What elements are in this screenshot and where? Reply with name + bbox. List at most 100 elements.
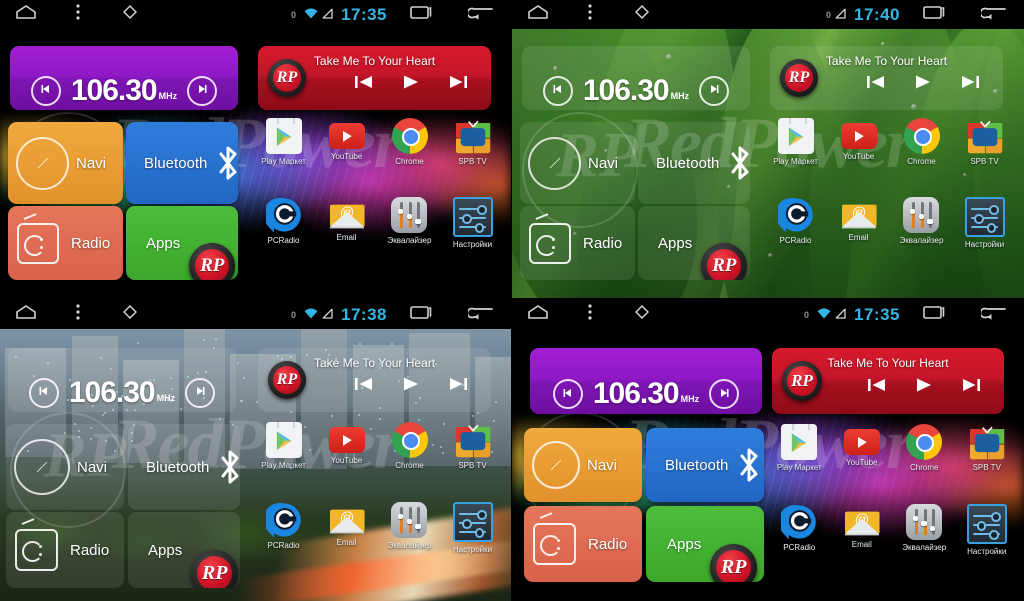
recents-button[interactable] xyxy=(395,300,447,329)
app-pcradio[interactable]: PCRadio xyxy=(266,502,302,550)
tile-bluetooth[interactable]: Bluetooth xyxy=(128,424,240,510)
app-spbtv[interactable]: SPB TV xyxy=(967,118,1003,166)
tile-navi[interactable]: Navi xyxy=(524,428,642,502)
recents-button[interactable] xyxy=(908,300,960,329)
app-play-store[interactable]: Play Маркет xyxy=(773,118,818,166)
app-settings[interactable]: Настройки xyxy=(965,197,1005,249)
menu-button[interactable] xyxy=(564,300,616,329)
music-logo-button[interactable]: RP xyxy=(268,59,306,97)
app-spbtv[interactable]: SPB TV xyxy=(455,118,491,166)
music-prev-button[interactable] xyxy=(354,74,374,90)
home-button[interactable] xyxy=(512,300,564,329)
app-youtube[interactable]: YouTube xyxy=(841,118,877,161)
music-prev-button[interactable] xyxy=(866,74,886,90)
radio-prev-button[interactable] xyxy=(31,76,61,106)
app-spbtv[interactable]: SPB TV xyxy=(455,422,491,470)
music-next-button[interactable] xyxy=(960,74,980,90)
music-next-button[interactable] xyxy=(448,74,468,90)
tile-bluetooth[interactable]: Bluetooth xyxy=(638,122,750,204)
menu-button[interactable] xyxy=(52,0,104,29)
tile-bluetooth[interactable]: Bluetooth xyxy=(646,428,764,502)
radio-widget[interactable]: 106.30 MHz xyxy=(522,46,750,110)
app-settings[interactable]: Настройки xyxy=(453,197,493,249)
tile-radio[interactable]: Radio xyxy=(520,206,635,280)
music-prev-button[interactable] xyxy=(867,377,887,393)
radio-widget[interactable]: 106.30 MHz xyxy=(530,348,762,414)
app-youtube[interactable]: YouTube xyxy=(844,424,880,467)
music-play-button[interactable] xyxy=(402,376,420,392)
back-button[interactable] xyxy=(455,300,507,329)
radio-prev-button[interactable] xyxy=(553,379,583,409)
tile-radio[interactable]: Radio xyxy=(524,506,642,582)
app-youtube[interactable]: YouTube xyxy=(329,118,365,161)
radio-next-button[interactable] xyxy=(187,76,217,106)
app-pcradio[interactable]: PCRadio xyxy=(266,197,302,245)
app-equalizer[interactable]: Эквалайзер xyxy=(388,197,432,245)
assist-button[interactable] xyxy=(104,0,156,29)
app-equalizer[interactable]: Эквалайзер xyxy=(902,504,946,552)
app-email[interactable]: @ Email xyxy=(841,197,877,242)
radio-widget[interactable]: 106.30 MHz xyxy=(8,348,236,412)
music-play-button[interactable] xyxy=(915,377,933,393)
radio-widget[interactable]: 106.30 MHz xyxy=(10,46,238,110)
tile-apps[interactable]: Apps RP xyxy=(128,512,240,588)
music-widget[interactable]: Take Me To Your Heart RP xyxy=(770,46,1003,110)
app-play-store[interactable]: Play Маркет xyxy=(261,118,306,166)
app-settings[interactable]: Настройки xyxy=(967,504,1007,556)
home-button[interactable] xyxy=(0,300,52,329)
music-logo-button[interactable]: RP xyxy=(780,59,818,97)
apps-logo-button[interactable]: RP xyxy=(191,550,238,588)
radio-prev-button[interactable] xyxy=(543,76,573,106)
app-spbtv[interactable]: SPB TV xyxy=(969,424,1005,472)
recents-button[interactable] xyxy=(908,0,960,29)
app-equalizer[interactable]: Эквалайзер xyxy=(388,502,432,550)
home-button[interactable] xyxy=(512,0,564,29)
back-button[interactable] xyxy=(455,0,507,29)
music-logo-button[interactable]: RP xyxy=(268,361,306,399)
app-email[interactable]: @ Email xyxy=(844,504,880,549)
tile-navi[interactable]: Navi xyxy=(520,122,635,204)
menu-button[interactable] xyxy=(564,0,616,29)
app-equalizer[interactable]: Эквалайзер xyxy=(900,197,944,245)
app-pcradio[interactable]: PCRadio xyxy=(778,197,814,245)
radio-next-button[interactable] xyxy=(185,378,215,408)
tile-apps[interactable]: Apps RP xyxy=(646,506,764,582)
radio-prev-button[interactable] xyxy=(29,378,59,408)
music-next-button[interactable] xyxy=(448,376,468,392)
radio-next-button[interactable] xyxy=(699,76,729,106)
music-next-button[interactable] xyxy=(961,377,981,393)
app-email[interactable]: @ Email xyxy=(329,502,365,547)
app-youtube[interactable]: YouTube xyxy=(329,422,365,465)
menu-button[interactable] xyxy=(52,300,104,329)
music-widget[interactable]: Take Me To Your Heart RP xyxy=(258,46,491,110)
tile-apps[interactable]: Apps RP xyxy=(126,206,238,280)
tile-radio[interactable]: Radio xyxy=(8,206,123,280)
app-chrome[interactable]: Chrome xyxy=(904,118,940,166)
radio-next-button[interactable] xyxy=(709,379,739,409)
music-prev-button[interactable] xyxy=(354,376,374,392)
app-email[interactable]: @ Email xyxy=(329,197,365,242)
apps-logo-button[interactable]: RP xyxy=(701,243,747,280)
music-play-button[interactable] xyxy=(914,74,932,90)
app-play-store[interactable]: Play Маркет xyxy=(777,424,822,472)
music-widget[interactable]: Take Me To Your Heart RP xyxy=(258,348,491,412)
assist-button[interactable] xyxy=(104,300,156,329)
music-play-button[interactable] xyxy=(402,74,420,90)
tile-radio[interactable]: Radio xyxy=(6,512,124,588)
app-chrome[interactable]: Chrome xyxy=(392,422,428,470)
music-widget[interactable]: Take Me To Your Heart RP xyxy=(772,348,1004,414)
app-play-store[interactable]: Play Маркет xyxy=(261,422,306,470)
apps-logo-button[interactable]: RP xyxy=(710,544,757,582)
tile-navi[interactable]: Navi xyxy=(8,122,123,204)
app-chrome[interactable]: Chrome xyxy=(392,118,428,166)
music-logo-button[interactable]: RP xyxy=(782,361,822,401)
apps-logo-button[interactable]: RP xyxy=(189,243,235,280)
tile-navi[interactable]: Navi xyxy=(6,424,124,510)
assist-button[interactable] xyxy=(616,300,668,329)
back-button[interactable] xyxy=(968,0,1020,29)
assist-button[interactable] xyxy=(616,0,668,29)
app-pcradio[interactable]: PCRadio xyxy=(781,504,817,552)
app-settings[interactable]: Настройки xyxy=(453,502,493,554)
recents-button[interactable] xyxy=(395,0,447,29)
tile-apps[interactable]: Apps RP xyxy=(638,206,750,280)
